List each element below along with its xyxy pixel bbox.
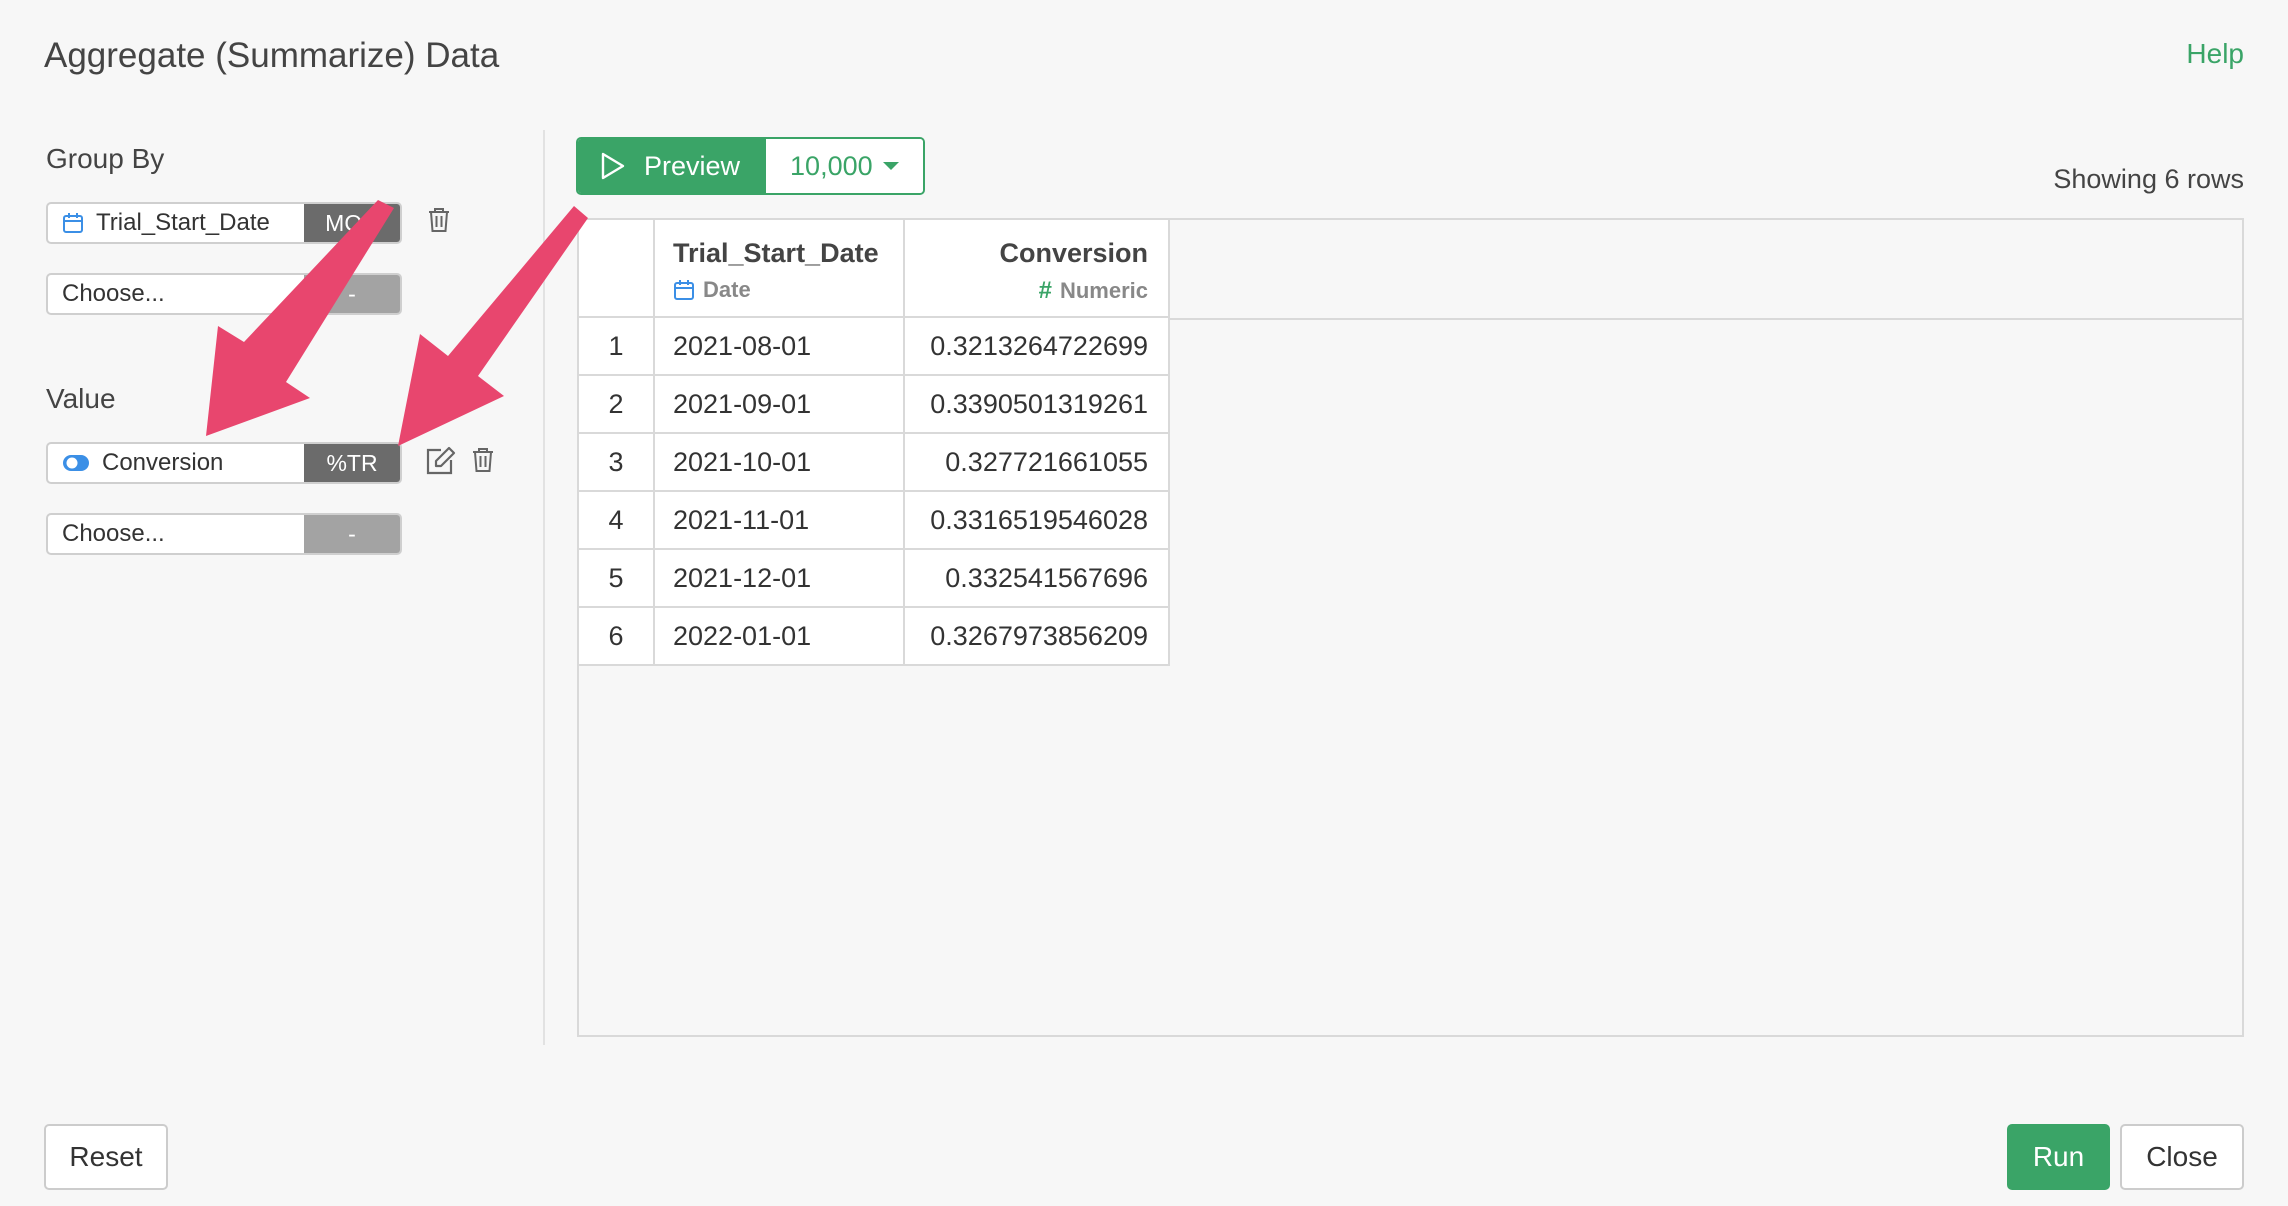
cell-trial-start-date: 2021-11-01 xyxy=(653,490,905,550)
row-number: 5 xyxy=(579,548,655,608)
group-by-label: Group By xyxy=(46,143,165,174)
group-by-field-name: Trial_Start_Date xyxy=(48,204,304,242)
table-row: 5 2021-12-01 0.332541567696 xyxy=(579,548,1170,608)
cell-trial-start-date: 2021-10-01 xyxy=(653,432,905,492)
dialog-title: Aggregate (Summarize) Data xyxy=(44,36,500,75)
help-link[interactable]: Help xyxy=(2186,38,2244,70)
group-by-choose-tag: - xyxy=(304,275,400,313)
group-by-function-tag[interactable]: MON xyxy=(304,204,400,242)
preview-rows-dropdown[interactable]: 10,000 xyxy=(766,139,923,193)
row-number: 1 xyxy=(579,316,655,376)
hash-icon: # xyxy=(1038,277,1052,304)
row-number: 2 xyxy=(579,374,655,434)
reset-button[interactable]: Reset xyxy=(44,1124,168,1190)
column-header-conversion[interactable]: Conversion # Numeric xyxy=(903,220,1170,318)
table-row: 1 2021-08-01 0.3213264722699 xyxy=(579,316,1170,376)
toggle-icon xyxy=(62,454,90,472)
cell-conversion: 0.3390501319261 xyxy=(903,374,1170,434)
table-row: 2 2021-09-01 0.3390501319261 xyxy=(579,374,1170,434)
row-number-header xyxy=(579,220,655,318)
column-name: Trial_Start_Date xyxy=(673,238,879,268)
table-row: 3 2021-10-01 0.327721661055 xyxy=(579,432,1170,492)
group-by-choose-field[interactable]: Choose... - xyxy=(46,273,402,315)
value-choose-label: Choose... xyxy=(62,520,165,547)
trash-icon[interactable] xyxy=(470,446,496,479)
group-by-choose-label: Choose... xyxy=(62,280,165,307)
preview-controls: Preview 10,000 xyxy=(576,137,925,195)
column-type: # Numeric xyxy=(905,277,1148,305)
edit-icon[interactable] xyxy=(424,446,456,481)
cell-trial-start-date: 2021-12-01 xyxy=(653,548,905,608)
value-choose-tag: - xyxy=(304,515,400,553)
group-by-field-trial-start-date[interactable]: Trial_Start_Date MON xyxy=(46,202,402,244)
value-column-name: Conversion xyxy=(102,449,224,476)
row-number: 3 xyxy=(579,432,655,492)
calendar-icon xyxy=(62,212,84,234)
cell-conversion: 0.327721661055 xyxy=(903,432,1170,492)
table-row: 4 2021-11-01 0.3316519546028 xyxy=(579,490,1170,550)
cell-trial-start-date: 2021-09-01 xyxy=(653,374,905,434)
cell-trial-start-date: 2022-01-01 xyxy=(653,606,905,666)
close-button[interactable]: Close xyxy=(2120,1124,2244,1190)
value-function-tag[interactable]: %TR xyxy=(304,444,400,482)
value-choose-field[interactable]: Choose... - xyxy=(46,513,402,555)
value-label: Value xyxy=(46,383,116,414)
caret-down-icon xyxy=(882,162,899,170)
table-row: 6 2022-01-01 0.3267973856209 xyxy=(579,606,1170,666)
calendar-icon xyxy=(674,280,694,300)
column-type: Date xyxy=(673,277,903,303)
table-header-row: Trial_Start_Date Date Conversion # Numer… xyxy=(579,220,1170,318)
value-field-name: Conversion xyxy=(48,444,304,482)
value-field-conversion[interactable]: Conversion %TR xyxy=(46,442,402,484)
cell-conversion: 0.332541567696 xyxy=(903,548,1170,608)
preview-button[interactable]: Preview xyxy=(578,139,767,193)
row-number: 6 xyxy=(579,606,655,666)
row-count-status: Showing 6 rows xyxy=(2053,164,2244,194)
column-type-label: Date xyxy=(703,277,751,302)
preview-button-label: Preview xyxy=(644,150,741,181)
column-header-trial-start-date[interactable]: Trial_Start_Date Date xyxy=(653,220,905,318)
cell-conversion: 0.3316519546028 xyxy=(903,490,1170,550)
cell-conversion: 0.3213264722699 xyxy=(903,316,1170,376)
preview-table: Trial_Start_Date Date Conversion # Numer… xyxy=(577,218,2244,1037)
group-by-column-name: Trial_Start_Date xyxy=(96,209,270,236)
row-number: 4 xyxy=(579,490,655,550)
cell-trial-start-date: 2021-08-01 xyxy=(653,316,905,376)
preview-rows-value: 10,000 xyxy=(790,150,873,181)
cell-conversion: 0.3267973856209 xyxy=(903,606,1170,666)
play-icon xyxy=(601,152,625,180)
column-type-label: Numeric xyxy=(1059,278,1148,303)
trash-icon[interactable] xyxy=(426,206,452,239)
column-name: Conversion xyxy=(999,238,1148,268)
left-panel xyxy=(0,130,545,1045)
run-button[interactable]: Run xyxy=(2007,1124,2110,1190)
